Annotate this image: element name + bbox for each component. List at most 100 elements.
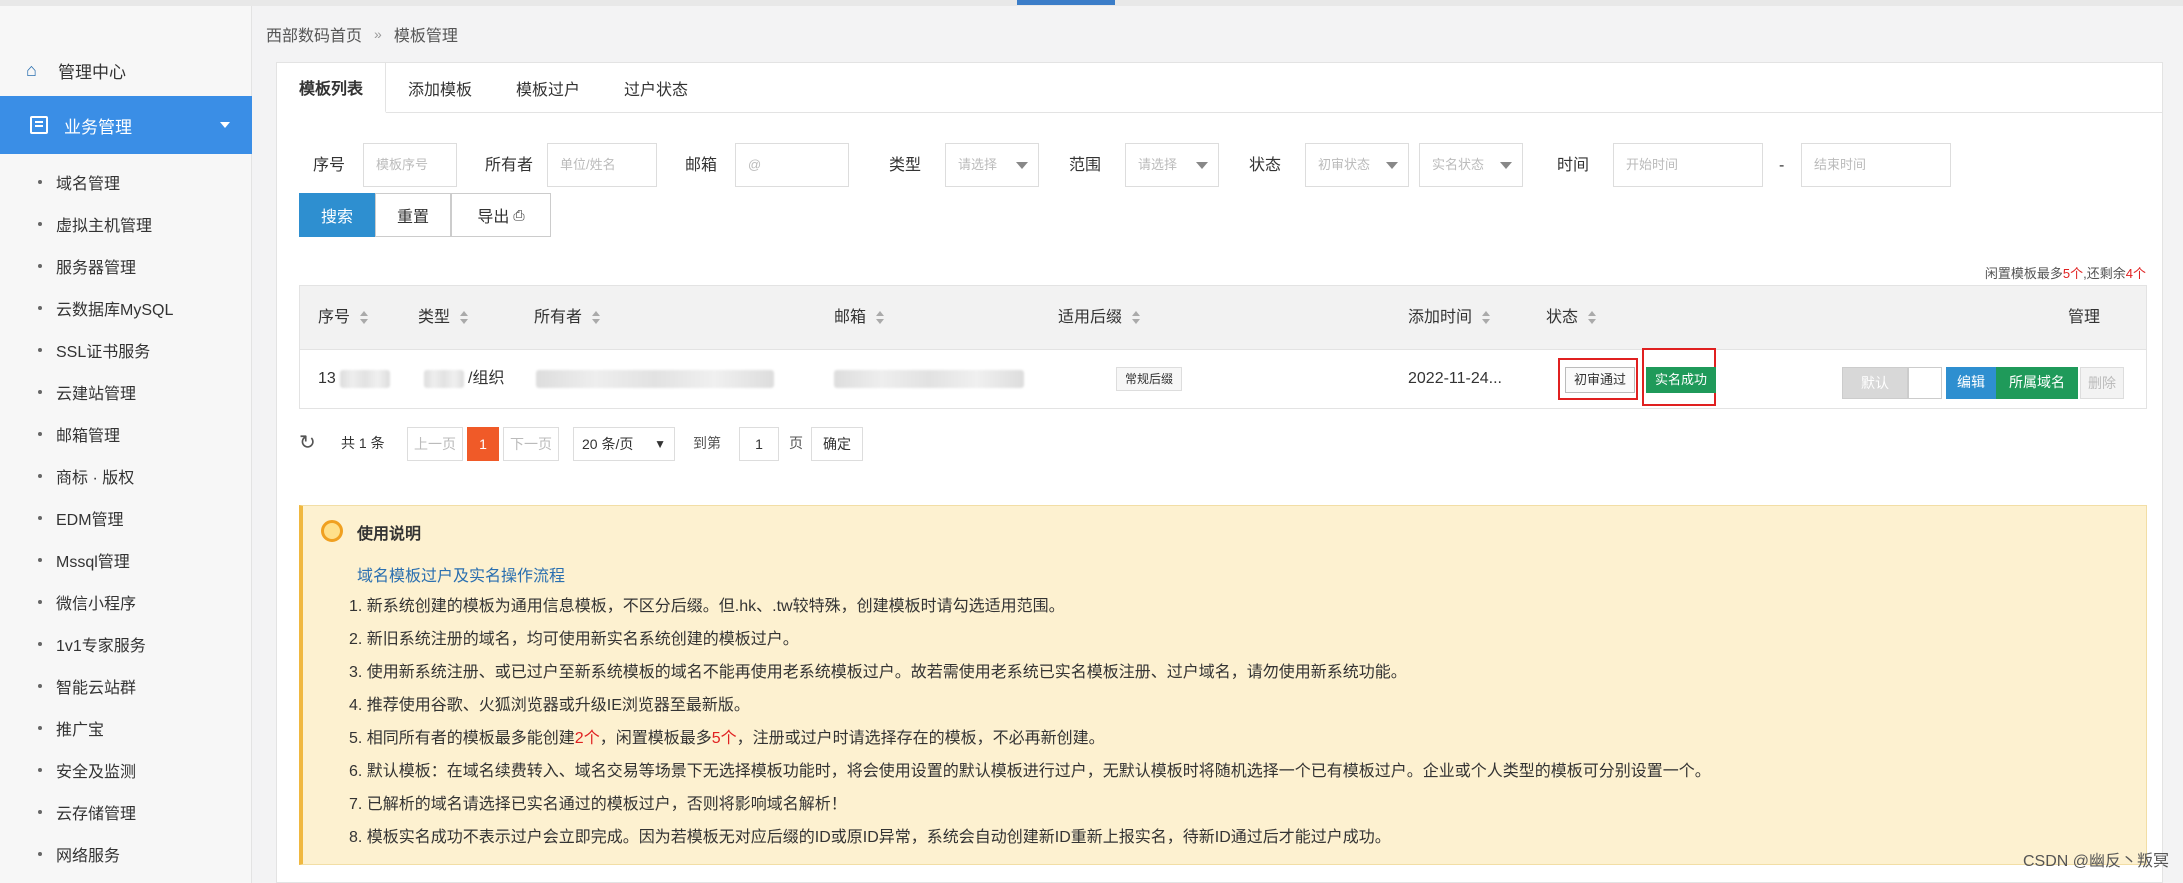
sidebar-item-label: 微信小程序	[56, 596, 137, 613]
end-time-input[interactable]: 结束时间	[1801, 143, 1951, 187]
sidebar-item-label: 智能云站群	[56, 680, 137, 697]
sidebar-item-ssl[interactable]: SSL证书服务	[0, 329, 252, 371]
status-label: 状态	[1249, 157, 1282, 174]
header-owner[interactable]: 所有者	[534, 286, 601, 350]
scope-select-value: 请选择	[1138, 157, 1178, 172]
chevron-down-icon	[1016, 162, 1028, 169]
header-suffix[interactable]: 适用后缀	[1058, 286, 1141, 350]
suffix-tag: 常规后缀	[1116, 367, 1183, 391]
header-status[interactable]: 状态	[1546, 286, 1597, 350]
breadcrumb-separator: »	[374, 26, 382, 42]
domains-button[interactable]: 所属域名	[1996, 367, 2078, 399]
bullet-icon	[38, 516, 42, 520]
start-time-input[interactable]: 开始时间	[1613, 143, 1763, 187]
header-email[interactable]: 邮箱	[834, 286, 885, 350]
realname-status-value: 实名状态	[1432, 157, 1485, 172]
page-size-select[interactable]: 20 条/页 ▼	[573, 427, 675, 461]
usage-line5-a: 5. 相同所有者的模板最多能创建	[349, 730, 575, 747]
email-input[interactable]: @	[735, 143, 849, 187]
cell-email	[834, 350, 1024, 408]
chevron-down-icon: ▼	[654, 437, 666, 451]
sidebar-item-mssql[interactable]: Mssql管理	[0, 539, 252, 581]
redacted-block	[536, 369, 774, 388]
owner-input[interactable]: 单位/姓名	[547, 143, 657, 187]
sidebar-item-site-builder[interactable]: 云建站管理	[0, 371, 252, 413]
sidebar-item-business[interactable]: 业务管理	[0, 96, 252, 154]
edit-button[interactable]: 编辑	[1946, 367, 1996, 399]
lightbulb-icon	[321, 520, 343, 542]
sort-icon	[1482, 310, 1491, 325]
refresh-icon[interactable]: ↻	[299, 427, 316, 461]
scope-select[interactable]: 请选择	[1125, 143, 1219, 187]
usage-line: 6. 默认模板：在域名续费转入、域名交易等场景下无选择模板功能时，将会使用设置的…	[349, 763, 1711, 780]
review-status-value: 初审状态	[1318, 157, 1371, 172]
header-id[interactable]: 序号	[318, 286, 369, 350]
goto-confirm-button[interactable]: 确定	[811, 427, 863, 461]
bullet-icon	[38, 600, 42, 604]
delete-button[interactable]: 删除	[2080, 367, 2124, 399]
sidebar-item-network[interactable]: 网络服务	[0, 833, 252, 875]
usage-line5-c: ，闲置模板最多	[599, 730, 712, 747]
default-toggle[interactable]: 默认	[1842, 367, 1908, 399]
type-select[interactable]: 请选择	[945, 143, 1039, 187]
prev-page-button[interactable]: 上一页	[407, 427, 463, 461]
sidebar-item-mysql[interactable]: 云数据库MySQL	[0, 287, 252, 329]
bullet-icon	[38, 852, 42, 856]
total-count: 共 1 条	[341, 435, 385, 451]
sidebar-item-edm[interactable]: EDM管理	[0, 497, 252, 539]
tab-bar: 模板列表 添加模板 模板过户 过户状态	[277, 63, 2162, 113]
tab-transfer-status[interactable]: 过户状态	[602, 63, 710, 113]
review-status-select[interactable]: 初审状态	[1305, 143, 1409, 187]
sidebar-item-promotion[interactable]: 推广宝	[0, 707, 252, 749]
sidebar-item-management-center[interactable]: ⌂ 管理中心	[0, 44, 252, 96]
top-active-indicator	[1017, 0, 1115, 5]
reset-button[interactable]: 重置	[375, 193, 451, 237]
tab-template-list[interactable]: 模板列表	[277, 63, 387, 113]
goto-page-input[interactable]: 1	[739, 427, 779, 461]
sidebar-item-mail[interactable]: 邮箱管理	[0, 413, 252, 455]
current-page-button[interactable]: 1	[467, 427, 499, 461]
default-toggle-knob[interactable]	[1908, 367, 1942, 399]
breadcrumb-current: 模板管理	[393, 28, 458, 45]
cell-id-text: 13	[318, 370, 336, 387]
email-label: 邮箱	[685, 157, 718, 174]
sidebar-item-server[interactable]: 服务器管理	[0, 245, 252, 287]
chevron-down-icon	[1500, 162, 1512, 169]
tab-add-template[interactable]: 添加模板	[386, 63, 494, 113]
sidebar-item-miniprogram[interactable]: 微信小程序	[0, 581, 252, 623]
export-button[interactable]: 导出 ⎙	[451, 193, 551, 237]
bullet-icon	[38, 558, 42, 562]
table-header: 序号 类型 所有者 邮箱 适用后缀 添加时间 状态 管理	[300, 286, 2146, 350]
breadcrumb: 西部数码首页 » 模板管理	[266, 22, 458, 46]
sidebar-item-storage[interactable]: 云存储管理	[0, 791, 252, 833]
header-added-time[interactable]: 添加时间	[1408, 286, 1491, 350]
idle-note-mid: ,还剩余	[2083, 266, 2126, 281]
sidebar-item-hosting[interactable]: 虚拟主机管理	[0, 203, 252, 245]
sidebar-item-label: 服务器管理	[56, 260, 137, 277]
review-passed-badge: 初审通过	[1565, 367, 1636, 393]
page-size-value: 20 条/页	[582, 436, 634, 452]
sidebar-item-security[interactable]: 安全及监测	[0, 749, 252, 791]
id-input[interactable]: 模板序号	[363, 143, 457, 187]
bullet-icon	[38, 306, 42, 310]
next-page-button[interactable]: 下一页	[503, 427, 559, 461]
sidebar-item-site-group[interactable]: 智能云站群	[0, 665, 252, 707]
cell-added-time: 2022-11-24...	[1408, 370, 1502, 387]
header-type[interactable]: 类型	[418, 286, 469, 350]
sidebar-item-expert[interactable]: 1v1专家服务	[0, 623, 252, 665]
search-button[interactable]: 搜索	[299, 193, 375, 237]
tab-template-transfer[interactable]: 模板过户	[494, 63, 602, 113]
sidebar-item-trademark[interactable]: 商标 · 版权	[0, 455, 252, 497]
usage-line: 5. 相同所有者的模板最多能创建2个，闲置模板最多5个，注册或过户时请选择存在的…	[349, 722, 1711, 755]
breadcrumb-home[interactable]: 西部数码首页	[266, 22, 362, 46]
sidebar-home-label: 管理中心	[58, 62, 126, 82]
bullet-icon	[38, 390, 42, 394]
usage-process-link[interactable]: 域名模板过户及实名操作流程	[357, 562, 565, 586]
usage-line: 4. 推荐使用谷歌、火狐浏览器或升级IE浏览器至最新版。	[349, 697, 750, 714]
time-dash: -	[1779, 157, 1785, 174]
realname-status-select[interactable]: 实名状态	[1419, 143, 1523, 187]
header-label: 所有者	[534, 309, 583, 326]
sidebar-item-domain[interactable]: 域名管理	[0, 161, 252, 203]
page-unit: 页	[789, 435, 803, 451]
bullet-icon	[38, 726, 42, 730]
